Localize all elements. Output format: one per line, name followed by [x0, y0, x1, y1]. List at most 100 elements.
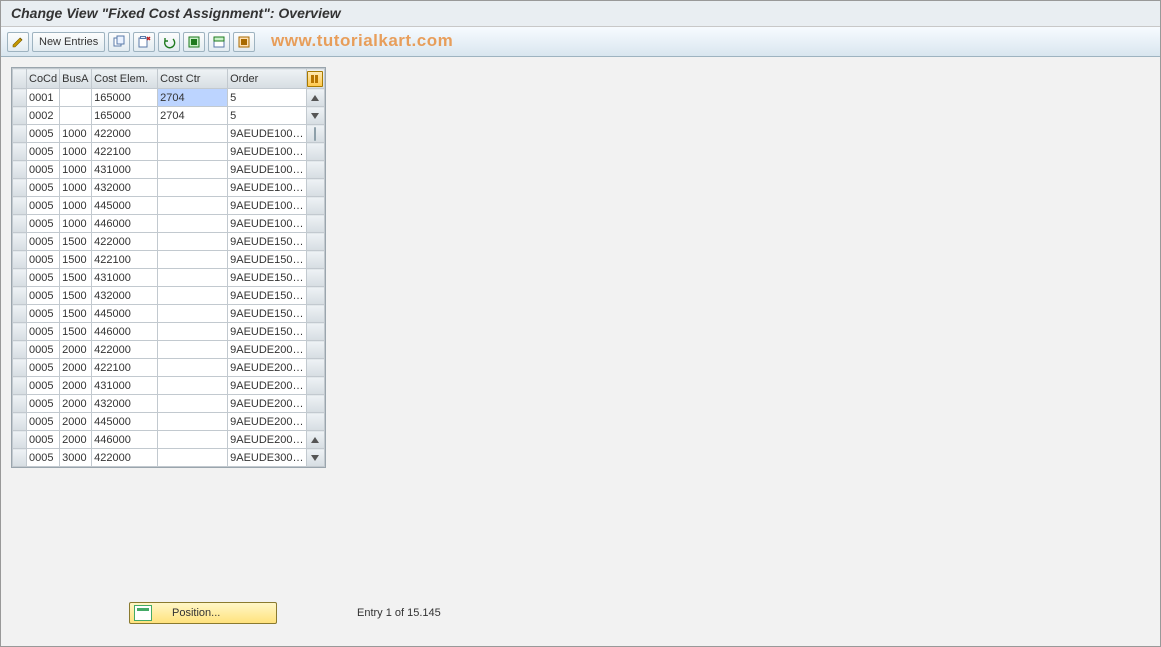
cell-cocd[interactable]: 0005	[27, 287, 60, 305]
cell-order[interactable]: 9AEUDE100…	[228, 179, 306, 197]
cell-costelem[interactable]: 422100	[92, 359, 158, 377]
cell-costelem[interactable]: 422000	[92, 449, 158, 467]
row-selector[interactable]	[13, 161, 27, 179]
scroll-down-button[interactable]	[306, 449, 324, 467]
scroll-track[interactable]	[306, 215, 324, 233]
cell-busa[interactable]: 1000	[60, 197, 92, 215]
scroll-down-step-button[interactable]	[306, 107, 324, 125]
cell-cocd[interactable]: 0005	[27, 251, 60, 269]
cell-costelem[interactable]: 422000	[92, 233, 158, 251]
row-selector[interactable]	[13, 251, 27, 269]
col-costctr[interactable]: Cost Ctr	[158, 69, 228, 89]
cell-costelem[interactable]: 431000	[92, 269, 158, 287]
cell-costctr[interactable]	[158, 449, 228, 467]
row-selector[interactable]	[13, 125, 27, 143]
cell-order[interactable]: 9AEUDE150…	[228, 323, 306, 341]
cell-order[interactable]: 9AEUDE150…	[228, 251, 306, 269]
cell-costctr[interactable]	[158, 359, 228, 377]
cell-costelem[interactable]: 432000	[92, 179, 158, 197]
cell-cocd[interactable]: 0005	[27, 233, 60, 251]
cell-costctr[interactable]	[158, 161, 228, 179]
cell-order[interactable]: 9AEUDE200…	[228, 413, 306, 431]
row-selector[interactable]	[13, 431, 27, 449]
cell-costctr[interactable]	[158, 431, 228, 449]
row-selector[interactable]	[13, 377, 27, 395]
row-selector[interactable]	[13, 287, 27, 305]
cell-costelem[interactable]: 422100	[92, 251, 158, 269]
cell-busa[interactable]: 2000	[60, 341, 92, 359]
cell-order[interactable]: 9AEUDE200…	[228, 359, 306, 377]
row-selector[interactable]	[13, 197, 27, 215]
cell-order[interactable]: 9AEUDE100…	[228, 215, 306, 233]
configure-columns-button[interactable]	[306, 69, 324, 89]
scroll-track[interactable]	[306, 143, 324, 161]
cell-costctr[interactable]	[158, 287, 228, 305]
row-selector[interactable]	[13, 305, 27, 323]
scroll-track[interactable]	[306, 377, 324, 395]
cell-order[interactable]: 9AEUDE100…	[228, 197, 306, 215]
cell-order[interactable]: 9AEUDE300…	[228, 449, 306, 467]
cell-order[interactable]: 9AEUDE150…	[228, 269, 306, 287]
scroll-track[interactable]	[306, 269, 324, 287]
cell-costelem[interactable]: 432000	[92, 395, 158, 413]
cell-costctr[interactable]	[158, 143, 228, 161]
cell-costctr[interactable]	[158, 323, 228, 341]
cell-costctr[interactable]	[158, 233, 228, 251]
cell-busa[interactable]	[60, 107, 92, 125]
scroll-thumb[interactable]	[306, 125, 324, 143]
cell-cocd[interactable]: 0005	[27, 395, 60, 413]
cell-costctr[interactable]	[158, 197, 228, 215]
cell-order[interactable]: 9AEUDE200…	[228, 395, 306, 413]
scroll-track[interactable]	[306, 233, 324, 251]
cell-cocd[interactable]: 0002	[27, 107, 60, 125]
cell-cocd[interactable]: 0005	[27, 215, 60, 233]
cell-busa[interactable]: 1500	[60, 305, 92, 323]
col-costelem[interactable]: Cost Elem.	[92, 69, 158, 89]
cell-busa[interactable]	[60, 89, 92, 107]
cell-busa[interactable]: 1500	[60, 269, 92, 287]
row-selector[interactable]	[13, 341, 27, 359]
row-selector[interactable]	[13, 413, 27, 431]
row-selector[interactable]	[13, 395, 27, 413]
cell-order[interactable]: 9AEUDE150…	[228, 233, 306, 251]
cell-costelem[interactable]: 431000	[92, 377, 158, 395]
cell-costelem[interactable]: 446000	[92, 323, 158, 341]
cell-costctr[interactable]	[158, 377, 228, 395]
col-busa[interactable]: BusA	[60, 69, 92, 89]
cell-costctr[interactable]	[158, 413, 228, 431]
cell-cocd[interactable]: 0005	[27, 197, 60, 215]
cell-costelem[interactable]: 445000	[92, 197, 158, 215]
cell-cocd[interactable]: 0005	[27, 359, 60, 377]
scroll-track[interactable]	[306, 305, 324, 323]
cell-costctr[interactable]: 2704	[158, 89, 228, 107]
cell-order[interactable]: 9AEUDE150…	[228, 287, 306, 305]
cell-busa[interactable]: 2000	[60, 377, 92, 395]
new-entries-button[interactable]: New Entries	[32, 32, 105, 52]
scroll-track[interactable]	[306, 179, 324, 197]
cell-busa[interactable]: 1500	[60, 323, 92, 341]
cell-order[interactable]: 9AEUDE100…	[228, 161, 306, 179]
scroll-track[interactable]	[306, 161, 324, 179]
row-selector[interactable]	[13, 215, 27, 233]
row-selector[interactable]	[13, 323, 27, 341]
cell-costctr[interactable]	[158, 251, 228, 269]
cell-busa[interactable]: 1500	[60, 287, 92, 305]
cell-busa[interactable]: 2000	[60, 359, 92, 377]
cell-costctr[interactable]	[158, 305, 228, 323]
cell-costelem[interactable]: 445000	[92, 413, 158, 431]
cell-cocd[interactable]: 0005	[27, 413, 60, 431]
row-selector[interactable]	[13, 89, 27, 107]
cell-busa[interactable]: 1000	[60, 215, 92, 233]
cell-busa[interactable]: 2000	[60, 395, 92, 413]
row-selector[interactable]	[13, 269, 27, 287]
cell-cocd[interactable]: 0005	[27, 431, 60, 449]
row-selector[interactable]	[13, 449, 27, 467]
cell-cocd[interactable]: 0005	[27, 305, 60, 323]
cell-costctr[interactable]	[158, 125, 228, 143]
cell-busa[interactable]: 1000	[60, 161, 92, 179]
row-selector[interactable]	[13, 233, 27, 251]
cell-costelem[interactable]: 422000	[92, 341, 158, 359]
scroll-track[interactable]	[306, 341, 324, 359]
row-selector[interactable]	[13, 143, 27, 161]
cell-order[interactable]: 9AEUDE200…	[228, 341, 306, 359]
